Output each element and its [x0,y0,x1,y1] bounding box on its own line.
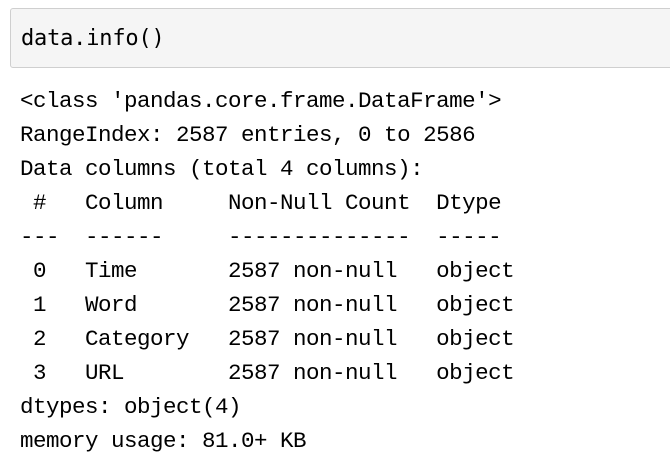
output-table-header: # Column Non-Null Count Dtype [20,190,515,216]
code-text: data.info() [21,26,165,51]
output-dtypes-line: dtypes: object(4) [20,394,242,420]
output-range-index-line: RangeIndex: 2587 entries, 0 to 2586 [20,122,476,148]
cell-output: <class 'pandas.core.frame.DataFrame'> Ran… [20,84,515,458]
output-table-separator: --- ------ -------------- ----- [20,224,515,250]
output-table-row: 2 Category 2587 non-null object [20,326,515,352]
output-table-row: 3 URL 2587 non-null object [20,360,515,386]
code-input-cell[interactable]: data.info() [10,8,670,68]
output-table-row: 1 Word 2587 non-null object [20,292,515,318]
output-table-row: 0 Time 2587 non-null object [20,258,515,284]
output-memory-usage-line: memory usage: 81.0+ KB [20,428,307,454]
output-data-columns-line: Data columns (total 4 columns): [20,156,424,182]
output-class-line: <class 'pandas.core.frame.DataFrame'> [20,88,502,114]
